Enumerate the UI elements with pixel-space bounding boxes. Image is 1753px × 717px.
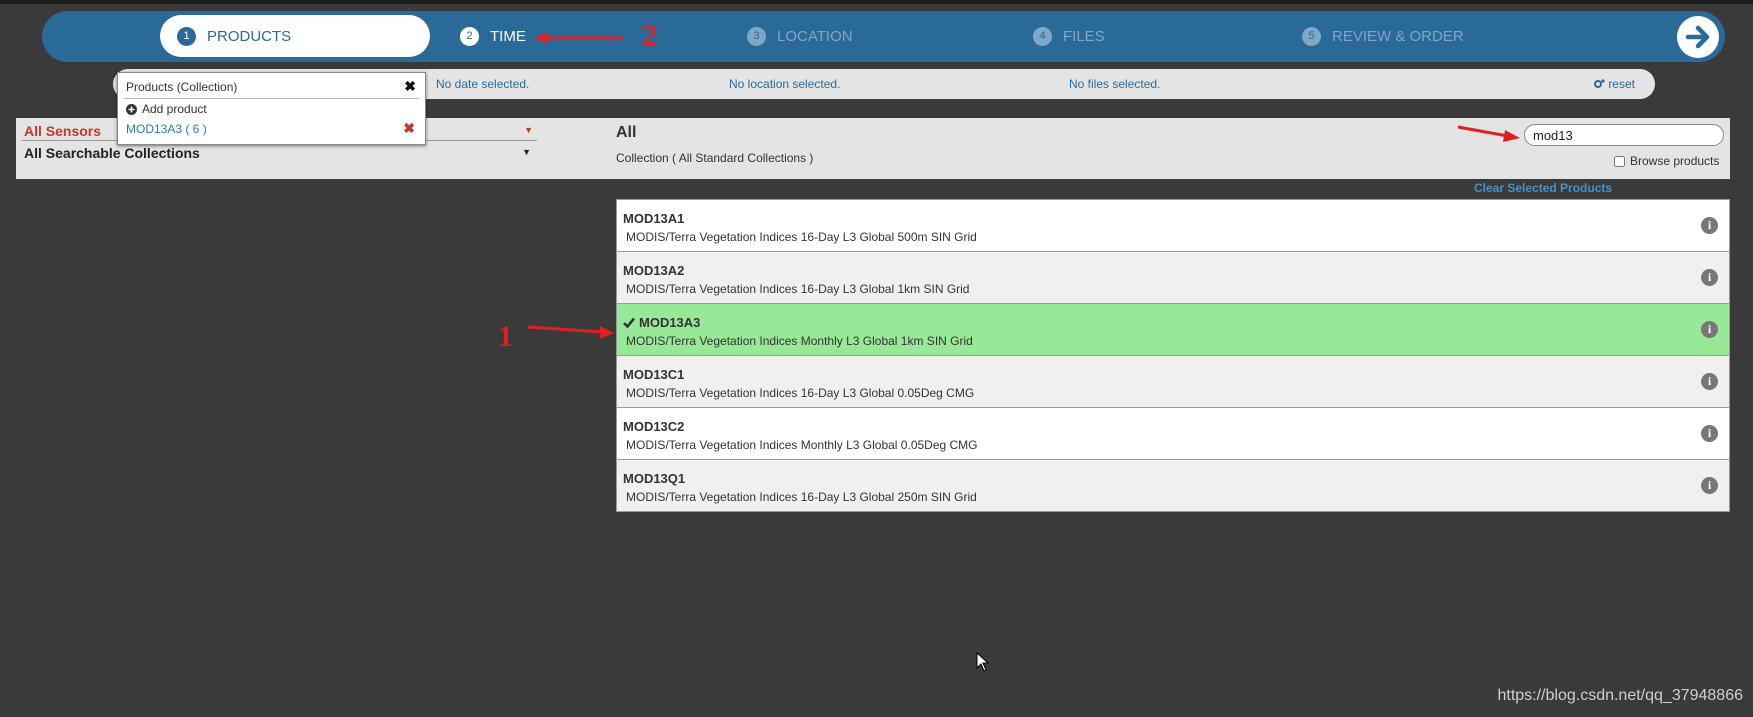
product-row[interactable]: MOD13A1 MODIS/Terra Vegetation Indices 1…: [616, 199, 1730, 252]
divider: [124, 98, 419, 99]
info-icon[interactable]: i: [1701, 477, 1718, 494]
collection-select[interactable]: All Searchable Collections ▼: [24, 145, 535, 162]
product-description: MODIS/Terra Vegetation Indices Monthly L…: [626, 438, 978, 452]
step-review-order[interactable]: 5 REVIEW & ORDER: [1302, 15, 1464, 57]
product-row[interactable]: MOD13C2 MODIS/Terra Vegetation Indices M…: [616, 408, 1730, 460]
info-icon[interactable]: i: [1701, 373, 1718, 390]
info-icon[interactable]: i: [1701, 321, 1718, 338]
collection-select-value: All Searchable Collections: [24, 145, 200, 161]
product-name: MOD13A2: [623, 263, 685, 278]
search-input[interactable]: [1524, 124, 1724, 146]
product-description: MODIS/Terra Vegetation Indices Monthly L…: [626, 334, 973, 348]
step-files[interactable]: 4 FILES: [1033, 15, 1105, 57]
step-number: 4: [1033, 26, 1052, 46]
date-summary[interactable]: No date selected.: [436, 77, 529, 91]
product-row-selected[interactable]: MOD13A3 MODIS/Terra Vegetation Indices M…: [616, 304, 1730, 356]
product-description: MODIS/Terra Vegetation Indices 16-Day L3…: [626, 490, 977, 504]
step-label: LOCATION: [777, 27, 853, 45]
step-label: TIME: [490, 27, 526, 45]
products-popup: Products (Collection) ✖ Add product MOD1…: [117, 72, 426, 145]
step-number: 2: [460, 26, 479, 46]
plus-circle-icon: [126, 103, 137, 115]
info-icon[interactable]: i: [1701, 217, 1718, 234]
step-time[interactable]: 2 TIME: [460, 15, 526, 57]
product-description: MODIS/Terra Vegetation Indices 16-Day L3…: [626, 386, 975, 400]
annotation-number-two: 2: [642, 19, 657, 52]
location-summary[interactable]: No location selected.: [729, 77, 840, 91]
step-label: REVIEW & ORDER: [1332, 27, 1464, 45]
close-icon[interactable]: ✖: [404, 78, 416, 95]
next-step-button[interactable]: [1677, 16, 1719, 58]
mouse-cursor-icon: [976, 652, 990, 672]
product-name: MOD13A1: [623, 211, 685, 226]
browse-products-checkbox[interactable]: [1614, 155, 1625, 167]
step-products[interactable]: 1 PRODUCTS: [160, 15, 430, 57]
popup-title: Products (Collection): [126, 80, 238, 94]
top-strip: [0, 0, 1753, 4]
product-name: MOD13C2: [623, 419, 685, 434]
checkmark-icon: [623, 317, 635, 328]
caret-down-icon: ▼: [524, 125, 533, 135]
product-row[interactable]: MOD13A2 MODIS/Terra Vegetation Indices 1…: [616, 252, 1730, 304]
selected-product-link[interactable]: MOD13A3 ( 6 ): [126, 122, 207, 136]
arrow-right-icon: [1685, 25, 1710, 49]
step-number: 1: [177, 26, 196, 46]
watermark: https://blog.csdn.net/qq_37948866: [1497, 687, 1743, 704]
add-product-label: Add product: [142, 102, 207, 116]
results-heading: All: [616, 124, 637, 141]
product-name: MOD13A3: [639, 315, 701, 330]
reset-button[interactable]: reset: [1593, 77, 1635, 91]
product-name: MOD13Q1: [623, 471, 686, 486]
step-number: 3: [747, 26, 766, 46]
step-number: 5: [1302, 26, 1321, 46]
annotation-arrow-selected: [527, 325, 614, 339]
remove-icon[interactable]: ✖: [403, 120, 415, 137]
product-name: MOD13C1: [623, 367, 685, 382]
gears-icon: [1594, 79, 1605, 88]
step-label: FILES: [1063, 27, 1105, 45]
info-icon[interactable]: i: [1701, 269, 1718, 286]
product-row[interactable]: MOD13C1 MODIS/Terra Vegetation Indices 1…: [616, 356, 1730, 408]
product-name-wrapper: MOD13A3: [623, 315, 700, 330]
product-description: MODIS/Terra Vegetation Indices 16-Day L3…: [626, 282, 970, 296]
info-icon[interactable]: i: [1701, 425, 1718, 442]
step-label: PRODUCTS: [207, 27, 292, 45]
reset-label: reset: [1608, 77, 1635, 91]
files-summary[interactable]: No files selected.: [1069, 77, 1160, 91]
caret-down-icon: ▼: [522, 147, 531, 157]
step-bar: 1 PRODUCTS 2 TIME 3 LOCATION 4 FILES 5 R…: [42, 11, 1725, 62]
sensor-select-value: All Sensors: [24, 123, 102, 139]
product-description: MODIS/Terra Vegetation Indices 16-Day L3…: [626, 230, 977, 244]
product-list: MOD13A1 MODIS/Terra Vegetation Indices 1…: [616, 199, 1730, 512]
browse-products-toggle[interactable]: Browse products: [1614, 154, 1719, 168]
clear-selected-products-link[interactable]: Clear Selected Products: [1474, 181, 1612, 195]
step-location[interactable]: 3 LOCATION: [747, 15, 853, 57]
browse-products-label: Browse products: [1630, 154, 1720, 168]
annotation-number-one: 1: [498, 320, 513, 353]
add-product-button[interactable]: Add product: [126, 102, 207, 116]
product-row[interactable]: MOD13Q1 MODIS/Terra Vegetation Indices 1…: [616, 460, 1730, 512]
results-subheading: Collection ( All Standard Collections ): [616, 151, 814, 165]
